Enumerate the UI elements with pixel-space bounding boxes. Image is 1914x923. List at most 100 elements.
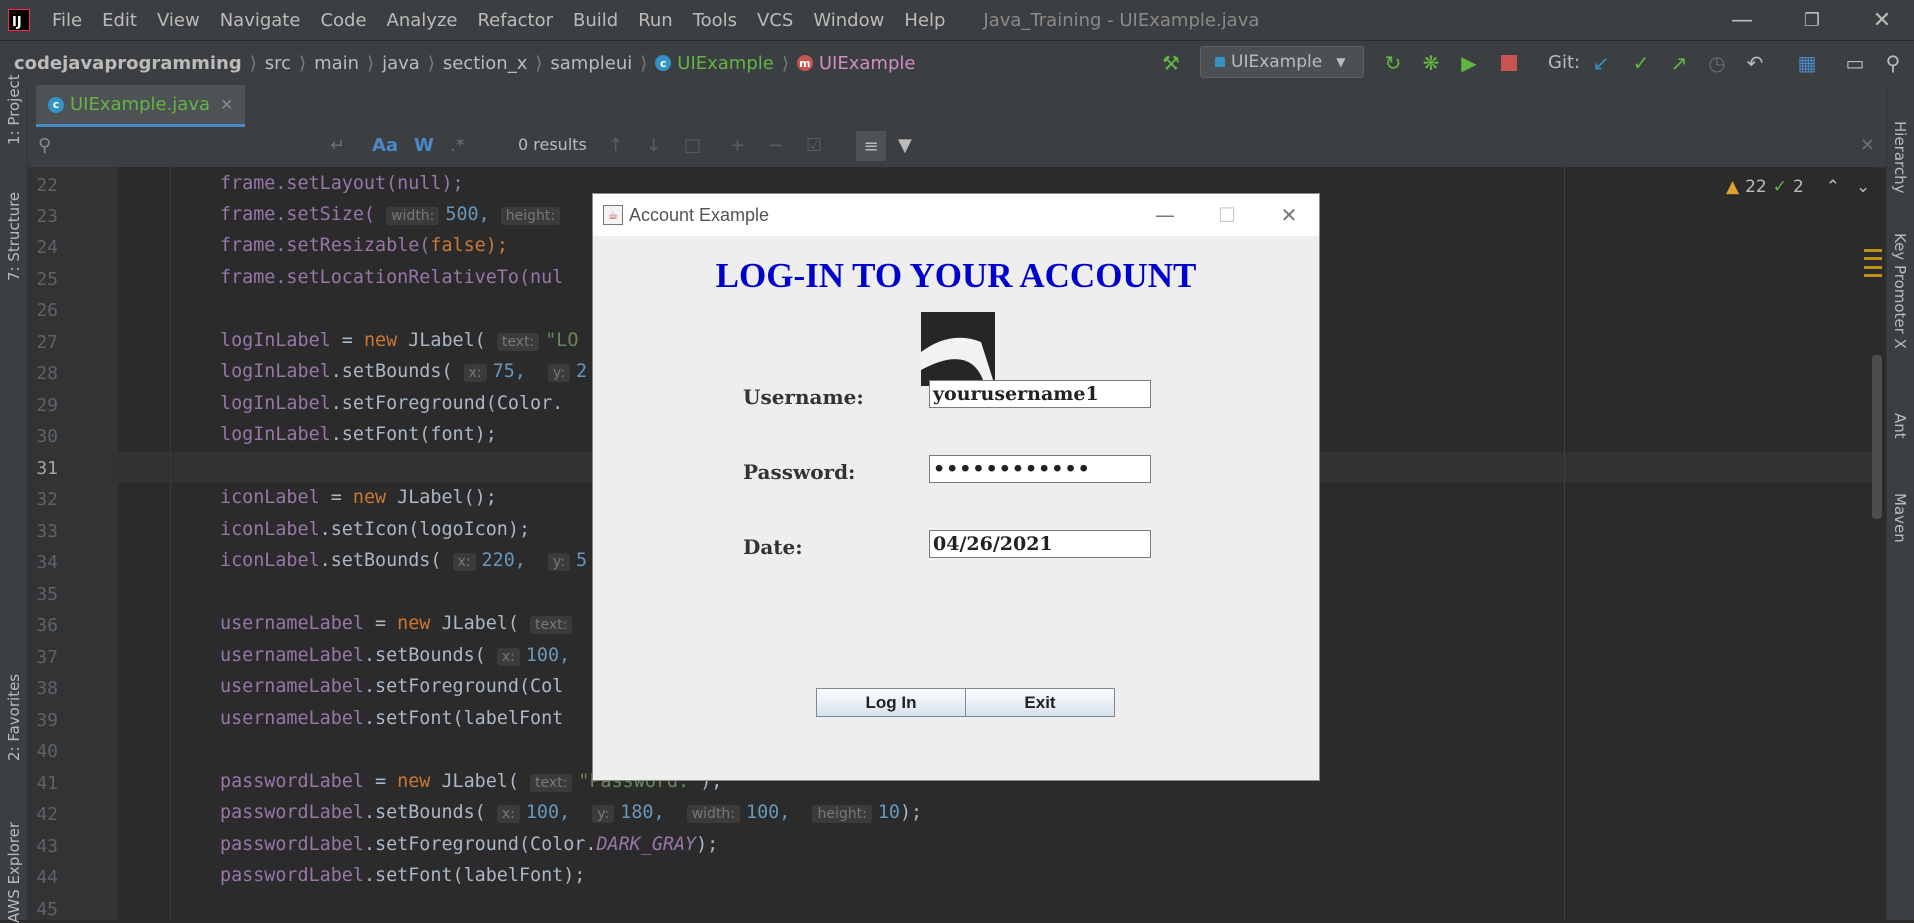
check-icon: ✓ bbox=[1772, 177, 1787, 197]
password-label: Password: bbox=[743, 460, 856, 484]
search-icon[interactable]: ⚲ bbox=[1880, 50, 1906, 76]
menu-analyze[interactable]: Analyze bbox=[387, 10, 458, 31]
editor-scrollbar-thumb[interactable] bbox=[1872, 355, 1882, 519]
favorites-panel-tab[interactable]: 2: Favorites bbox=[5, 674, 23, 761]
remove-occurrence-icon[interactable]: − bbox=[768, 135, 783, 156]
rerun-icon[interactable]: ↻ bbox=[1380, 50, 1406, 76]
code-line: logInLabel.setFont(font); bbox=[220, 424, 497, 445]
filter-funnel-icon[interactable]: ▼ bbox=[898, 135, 912, 156]
logo-arc-graphic bbox=[921, 337, 995, 386]
match-case-toggle[interactable]: Aa bbox=[372, 135, 398, 156]
stop-icon[interactable] bbox=[1496, 50, 1522, 76]
intellij-logo-icon: IJ bbox=[8, 9, 30, 31]
regex-toggle[interactable]: .* bbox=[450, 135, 465, 156]
git-rollback-icon[interactable]: ↶ bbox=[1742, 50, 1768, 76]
run-configuration-dropdown[interactable]: UIExample ▼ bbox=[1200, 46, 1364, 78]
menu-edit[interactable]: Edit bbox=[102, 10, 137, 31]
code-line: iconLabel.setIcon(logoIcon); bbox=[220, 519, 531, 540]
select-all-icon[interactable]: ☑ bbox=[806, 135, 822, 156]
find-input[interactable] bbox=[76, 135, 316, 159]
git-history-icon[interactable]: ◷ bbox=[1704, 50, 1730, 76]
error-stripe-marks[interactable] bbox=[1864, 249, 1882, 277]
minimize-window-button[interactable]: — bbox=[1712, 0, 1772, 40]
code-line: usernameLabel.setBounds( x: 100, bbox=[220, 645, 571, 666]
whole-words-toggle[interactable]: W bbox=[414, 135, 434, 156]
line-number: 29 bbox=[36, 395, 58, 416]
select-all-occurrences-icon[interactable]: □ bbox=[684, 135, 701, 156]
menu-code[interactable]: Code bbox=[320, 10, 366, 31]
restore-window-button[interactable]: ❐ bbox=[1782, 0, 1842, 40]
line-number: 37 bbox=[36, 647, 58, 668]
next-occurrence-icon[interactable]: ↓ bbox=[646, 135, 661, 156]
inspection-widget[interactable]: ▲ 22 ✓ 2 ⌃ ⌄ bbox=[1726, 177, 1870, 197]
menu-navigate[interactable]: Navigate bbox=[220, 10, 301, 31]
line-number: 42 bbox=[36, 804, 58, 825]
run-with-coverage-icon[interactable]: ▶ bbox=[1456, 50, 1482, 76]
close-find-bar-icon[interactable]: ✕ bbox=[1860, 135, 1875, 156]
line-number: 27 bbox=[36, 332, 58, 353]
build-hammer-icon[interactable]: ⚒ bbox=[1158, 50, 1184, 76]
date-field[interactable]: 04/26/2021 bbox=[929, 530, 1151, 558]
breadcrumb-section-x[interactable]: section_x bbox=[443, 53, 527, 74]
filter-search-results-icon[interactable]: ≡ bbox=[856, 131, 886, 161]
menu-refactor[interactable]: Refactor bbox=[477, 10, 553, 31]
menu-view[interactable]: View bbox=[157, 10, 200, 31]
new-line-icon[interactable]: ↵ bbox=[330, 135, 345, 156]
breadcrumb-src[interactable]: src bbox=[265, 53, 291, 74]
breadcrumb-java[interactable]: java bbox=[382, 53, 420, 74]
java-cup-icon: ☕ bbox=[603, 205, 623, 225]
menu-file[interactable]: File bbox=[52, 10, 82, 31]
breadcrumb-sampleui[interactable]: sampleui bbox=[550, 53, 632, 74]
login-heading: LOG-IN TO YOUR ACCOUNT bbox=[715, 256, 1197, 295]
editor-tab-uiexample[interactable]: c UIExample.java ✕ bbox=[36, 85, 246, 127]
hierarchy-panel-tab[interactable]: Hierarchy bbox=[1891, 121, 1909, 194]
add-occurrence-icon[interactable]: + bbox=[730, 135, 745, 156]
editor-tab-label: UIExample.java bbox=[70, 94, 211, 115]
code-line: logInLabel = new JLabel( text: "LO bbox=[220, 330, 579, 351]
breadcrumb-project[interactable]: codejavaprogramming bbox=[14, 53, 242, 74]
code-line: logInLabel.setForeground(Color. bbox=[220, 393, 564, 414]
line-number: 26 bbox=[36, 300, 58, 321]
logo-image bbox=[921, 312, 995, 386]
find-results-count: 0 results bbox=[518, 135, 587, 154]
warnings-count: 22 bbox=[1745, 177, 1767, 197]
dialog-close-button[interactable]: ✕ bbox=[1269, 200, 1309, 230]
menu-run[interactable]: Run bbox=[638, 10, 673, 31]
breadcrumb-main[interactable]: main bbox=[314, 53, 359, 74]
menu-tools[interactable]: Tools bbox=[693, 10, 737, 31]
close-window-button[interactable]: ✕ bbox=[1852, 0, 1912, 40]
key-promoter-panel-tab[interactable]: Key Promoter X bbox=[1891, 233, 1909, 349]
git-commit-icon[interactable]: ✓ bbox=[1628, 50, 1654, 76]
line-number: 45 bbox=[36, 899, 58, 920]
git-push-icon[interactable]: ↗ bbox=[1666, 50, 1692, 76]
breadcrumb-method[interactable]: m UIExample bbox=[796, 53, 915, 74]
line-number: 39 bbox=[36, 710, 58, 731]
menu-window[interactable]: Window bbox=[813, 10, 884, 31]
terminal-icon[interactable]: ▭ bbox=[1842, 50, 1868, 76]
structure-panel-tab[interactable]: 7: Structure bbox=[5, 192, 23, 281]
git-update-icon[interactable]: ↙ bbox=[1588, 50, 1614, 76]
log-in-button[interactable]: Log In bbox=[816, 688, 966, 717]
menu-vcs[interactable]: VCS bbox=[757, 10, 793, 31]
previous-occurrence-icon[interactable]: ↑ bbox=[608, 135, 623, 156]
maven-panel-tab[interactable]: Maven bbox=[1891, 493, 1909, 543]
ant-panel-tab[interactable]: Ant bbox=[1891, 413, 1909, 439]
exit-button[interactable]: Exit bbox=[965, 688, 1115, 717]
menu-help[interactable]: Help bbox=[904, 10, 945, 31]
close-tab-icon[interactable]: ✕ bbox=[220, 95, 233, 114]
password-field[interactable]: •••••••••••• bbox=[929, 455, 1151, 483]
project-structure-icon[interactable]: ▦ bbox=[1794, 50, 1820, 76]
aws-explorer-panel-tab[interactable]: AWS Explorer bbox=[5, 822, 23, 923]
username-field[interactable]: yourusername1 bbox=[929, 380, 1151, 408]
right-margin-guide bbox=[1564, 167, 1565, 920]
previous-highlight-icon[interactable]: ⌃ bbox=[1826, 177, 1840, 197]
debug-bug-icon[interactable]: ❋ bbox=[1418, 50, 1444, 76]
git-label: Git: bbox=[1548, 52, 1581, 73]
project-panel-tab[interactable]: 1: Project bbox=[5, 74, 23, 145]
next-highlight-icon[interactable]: ⌄ bbox=[1856, 177, 1870, 197]
menu-build[interactable]: Build bbox=[573, 10, 618, 31]
code-line: frame.setLocationRelativeTo(nul bbox=[220, 267, 564, 288]
breadcrumb-class[interactable]: c UIExample bbox=[655, 53, 774, 74]
dialog-titlebar[interactable]: ☕ Account Example — ☐ ✕ bbox=[593, 194, 1319, 236]
dialog-minimize-button[interactable]: — bbox=[1145, 200, 1185, 230]
